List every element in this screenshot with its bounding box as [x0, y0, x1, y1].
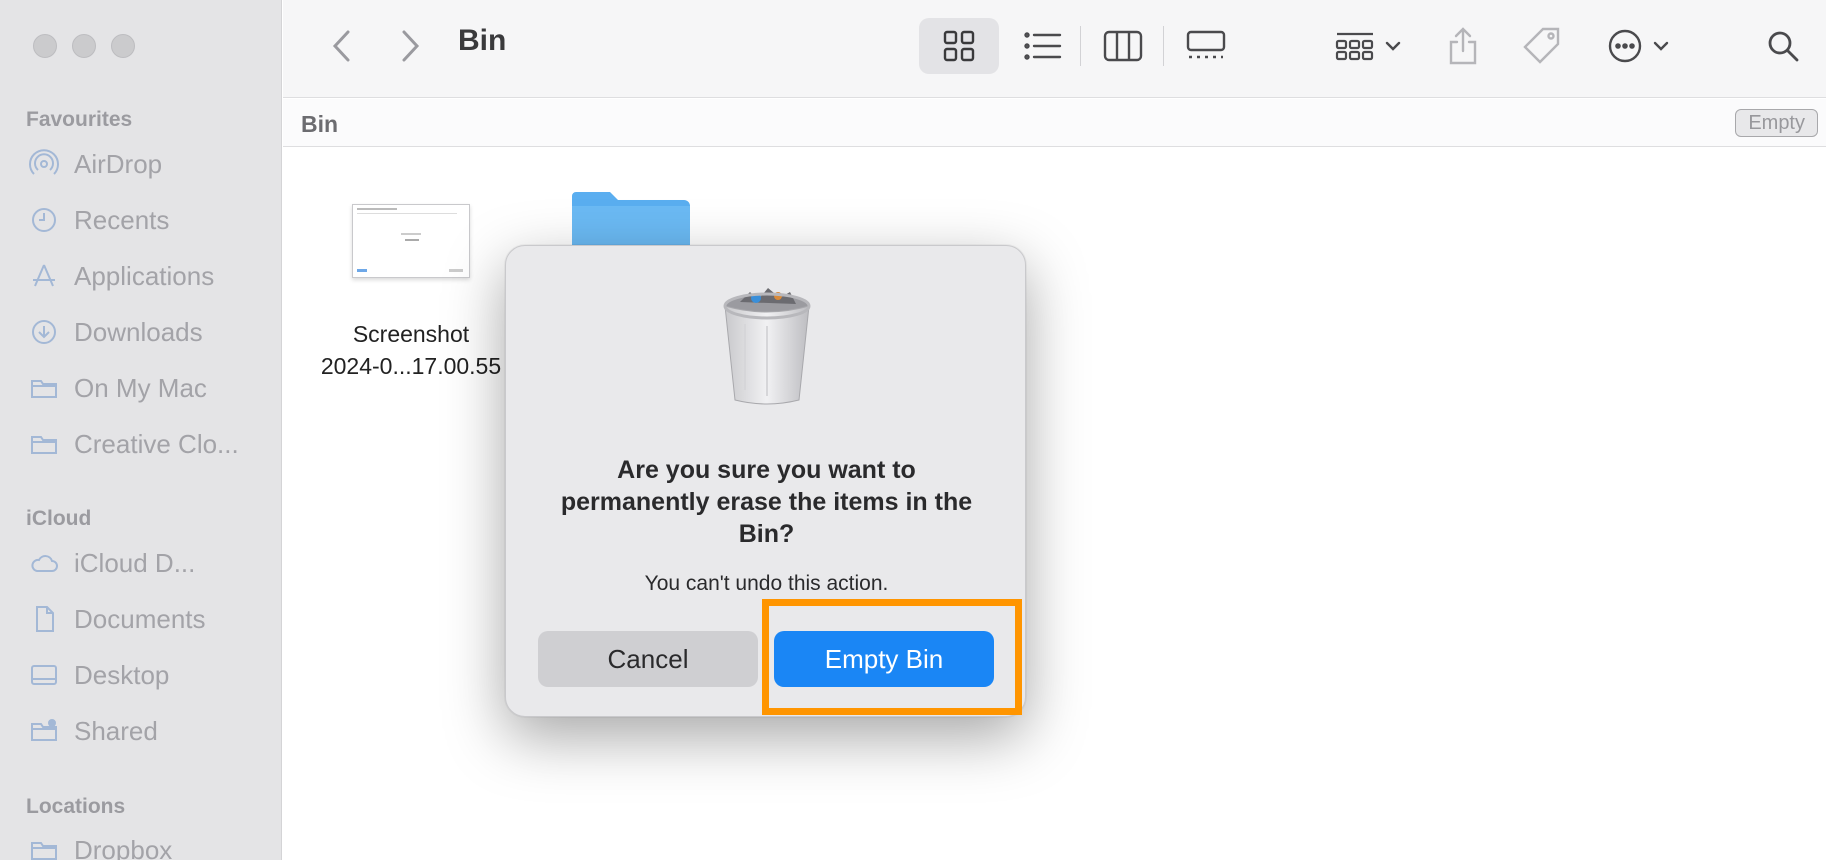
sidebar-item-downloads[interactable]: Downloads: [28, 312, 278, 352]
dialog-message: You can't undo this action.: [644, 572, 889, 595]
sidebar-item-label: Dropbox: [74, 834, 173, 860]
highlight-box: [762, 599, 1022, 715]
screenshot-preview-icon: [357, 208, 463, 272]
toolbar: Bin: [283, 0, 1826, 98]
document-icon: [28, 603, 60, 635]
chevron-right-icon: [402, 30, 420, 62]
tag-icon: [1523, 27, 1560, 64]
view-separator: [1080, 26, 1081, 66]
columns-icon: [1103, 30, 1143, 62]
sidebar-section-favourites: Favourites: [26, 108, 133, 131]
sidebar-item-creative-cloud[interactable]: Creative Clo...: [28, 424, 278, 464]
search-button[interactable]: [1753, 18, 1813, 74]
sidebar-item-label: Documents: [74, 603, 206, 634]
path-crumb: Bin: [301, 111, 339, 137]
cancel-button[interactable]: Cancel: [538, 631, 758, 687]
sidebar-item-label: Desktop: [74, 659, 170, 690]
share-button[interactable]: [1433, 18, 1493, 74]
folder-icon: [572, 192, 690, 248]
grid-icon: [943, 30, 975, 62]
sidebar-item-label: Shared: [74, 715, 158, 746]
sidebar-item-on-my-mac[interactable]: On My Mac: [28, 368, 278, 408]
sidebar-item-label: Creative Clo...: [74, 428, 239, 459]
sidebar-item-desktop[interactable]: Desktop: [28, 655, 278, 695]
group-by-button[interactable]: [1323, 18, 1413, 74]
sidebar: Favourites AirDrop Recents Applications …: [0, 0, 282, 860]
list-icon: [1024, 32, 1062, 60]
sidebar-item-recents[interactable]: Recents: [28, 200, 278, 240]
icon-view-button[interactable]: [919, 18, 999, 74]
folder-item[interactable]: [570, 188, 692, 253]
sidebar-item-applications[interactable]: Applications: [28, 256, 278, 296]
back-button[interactable]: [323, 26, 359, 66]
dialog-headline: Are you sure you want to permanently era…: [560, 456, 973, 548]
sidebar-item-shared[interactable]: Shared: [28, 711, 278, 751]
sidebar-item-label: iCloud D...: [74, 547, 196, 578]
zoom-window-button[interactable]: [111, 34, 135, 58]
column-view-button[interactable]: [1083, 18, 1163, 74]
sidebar-item-label: AirDrop: [74, 148, 163, 179]
window-title: Bin: [458, 24, 507, 57]
sidebar-item-dropbox[interactable]: Dropbox: [28, 830, 278, 860]
download-icon: [28, 316, 60, 348]
search-icon: [1768, 31, 1799, 62]
chevron-down-icon: [1653, 41, 1669, 51]
sidebar-item-label: Recents: [74, 204, 170, 235]
path-bar: Bin Empty: [283, 99, 1826, 147]
applications-icon: [28, 260, 60, 292]
more-actions-button[interactable]: [1593, 18, 1683, 74]
window-controls: [33, 34, 135, 58]
share-icon: [1449, 27, 1477, 65]
sidebar-item-airdrop[interactable]: AirDrop: [28, 144, 278, 184]
chevron-down-icon: [1385, 41, 1401, 51]
airdrop-icon: [28, 148, 60, 180]
folder-icon: [28, 834, 60, 860]
chevron-left-icon: [332, 30, 350, 62]
file-name-screenshot[interactable]: Screenshot 2024-0...17.00.55: [300, 318, 522, 382]
folder-icon: [28, 372, 60, 404]
sidebar-item-documents[interactable]: Documents: [28, 599, 278, 639]
sidebar-item-label: Applications: [74, 260, 215, 291]
folder-icon: [28, 428, 60, 460]
sidebar-section-locations: Locations: [26, 795, 126, 818]
close-window-button[interactable]: [33, 34, 57, 58]
sidebar-item-label: On My Mac: [74, 372, 207, 403]
clock-icon: [28, 204, 60, 236]
screenshot-thumbnail[interactable]: [352, 204, 470, 278]
shared-folder-icon: [28, 715, 60, 747]
sidebar-section-icloud: iCloud: [26, 507, 92, 530]
sidebar-item-icloud-drive[interactable]: iCloud D...: [28, 543, 278, 583]
gallery-icon: [1186, 30, 1226, 59]
ellipsis-circle-icon: [1608, 29, 1642, 63]
list-view-button[interactable]: [1003, 18, 1083, 74]
gallery-view-button[interactable]: [1166, 18, 1246, 74]
group-grid-icon: [1335, 32, 1374, 61]
view-separator: [1163, 26, 1164, 66]
tag-button[interactable]: [1511, 18, 1571, 74]
minimize-window-button[interactable]: [72, 34, 96, 58]
empty-bin-toolbar-button[interactable]: Empty: [1735, 109, 1818, 137]
trash-full-icon: [720, 284, 814, 413]
sidebar-item-label: Downloads: [74, 316, 203, 347]
forward-button[interactable]: [393, 26, 429, 66]
cloud-icon: [28, 547, 60, 579]
desktop-icon: [28, 659, 60, 691]
